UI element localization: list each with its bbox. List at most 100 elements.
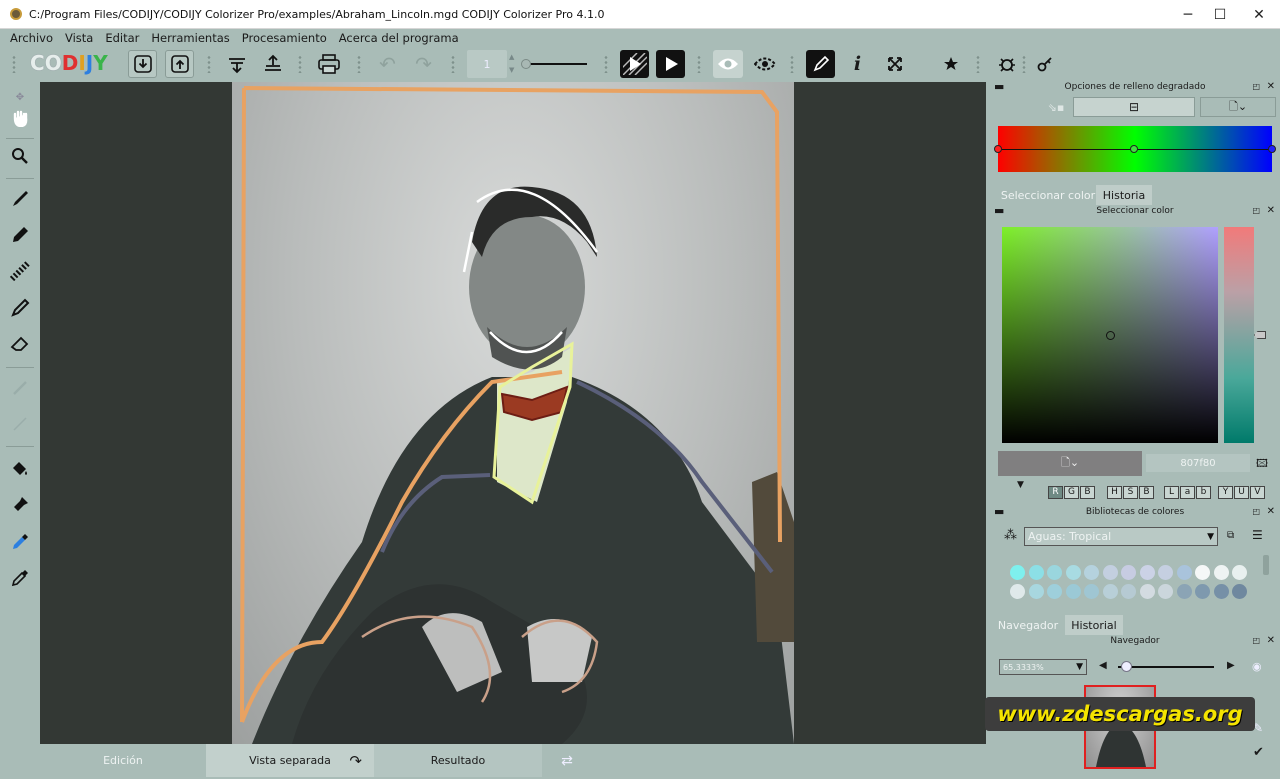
gradient-option-2[interactable]: ⊟ <box>1073 97 1195 117</box>
close-panel-icon[interactable]: ✕ <box>1267 81 1275 92</box>
color-swatch[interactable] <box>1102 584 1118 599</box>
tab-historial[interactable]: Historial <box>1065 615 1123 635</box>
gradient-stop[interactable] <box>1130 145 1138 153</box>
gradient-options-dropdown[interactable]: 🗋⌄ <box>1200 97 1276 117</box>
stroke-mode-button[interactable] <box>806 50 835 78</box>
edit-view-tab[interactable]: Edición <box>40 744 206 777</box>
dotted-brush-tool[interactable] <box>5 256 35 286</box>
minimize-panel-icon[interactable]: ▬ <box>994 505 1004 518</box>
toolbar-grip[interactable] <box>357 55 361 73</box>
print-button[interactable] <box>314 50 343 78</box>
fit-button[interactable] <box>880 50 909 78</box>
color-swatch[interactable] <box>1084 584 1099 599</box>
copy-icon[interactable]: ⧉ <box>1227 530 1234 541</box>
color-swatch[interactable] <box>1028 584 1044 599</box>
toolbar-grip[interactable] <box>604 55 608 73</box>
menu-procesamiento[interactable]: Procesamiento <box>240 31 329 45</box>
close-panel-icon[interactable]: ✕ <box>1267 205 1275 216</box>
preview-colorize-button[interactable] <box>620 50 649 78</box>
menu-vista[interactable]: Vista <box>63 31 95 45</box>
float-panel-icon[interactable]: ◰ <box>1252 82 1260 91</box>
compare-icon[interactable]: ⇄ <box>542 744 592 777</box>
line-tool[interactable] <box>5 293 35 323</box>
color-swatch[interactable] <box>1084 565 1099 580</box>
close-panel-icon[interactable]: ✕ <box>1267 635 1275 646</box>
menu-acerca[interactable]: Acerca del programa <box>337 31 461 45</box>
eraser-tool[interactable] <box>5 329 35 359</box>
tab-select-color[interactable]: Seleccionar color <box>998 185 1098 205</box>
gradient-stop[interactable] <box>1268 145 1276 153</box>
color-swatch[interactable] <box>1010 584 1025 599</box>
close-button[interactable]: ✕ <box>1236 0 1280 29</box>
toolbar-grip[interactable] <box>1022 55 1026 73</box>
eye-icon[interactable]: ◉ <box>1252 660 1262 673</box>
export-button[interactable] <box>165 50 194 78</box>
color-picker-tool[interactable] <box>5 527 35 557</box>
swap-icon[interactable]: ↷ <box>349 752 362 770</box>
zoom-out-arrow-icon[interactable]: ◀ <box>1099 660 1107 671</box>
rgb-mode[interactable]: RGB <box>1048 479 1096 499</box>
color-swatch[interactable] <box>1065 584 1081 599</box>
color-swatch[interactable] <box>1121 584 1136 599</box>
canvas-area[interactable] <box>40 82 986 744</box>
color-swatch[interactable] <box>1010 565 1025 580</box>
float-panel-icon[interactable]: ◰ <box>1252 206 1260 215</box>
color-swatch[interactable] <box>1176 565 1192 580</box>
color-swatch[interactable] <box>1121 565 1136 580</box>
toolbar-grip[interactable] <box>976 55 980 73</box>
list-icon[interactable]: ☰ <box>1252 528 1263 542</box>
split-view-tab[interactable]: Vista separada ↷ <box>206 744 374 777</box>
fill-tool[interactable] <box>5 454 35 484</box>
yuv-mode[interactable]: YUV <box>1218 479 1266 499</box>
image-icon[interactable]: 🖾 <box>1256 455 1268 474</box>
zoom-tool[interactable] <box>5 141 35 171</box>
tab-history[interactable]: Historia <box>1096 185 1152 205</box>
color-swatch[interactable] <box>1213 584 1229 599</box>
color-swatch[interactable] <box>1158 565 1173 580</box>
gradient-stop[interactable] <box>994 145 1002 153</box>
settings-tool-button[interactable] <box>1030 50 1059 78</box>
info-button[interactable]: i <box>843 50 872 78</box>
toolbar-grip[interactable] <box>12 55 16 73</box>
menu-herramientas[interactable]: Herramientas <box>149 31 231 45</box>
spin-up-icon[interactable]: ▲ <box>509 53 514 61</box>
show-strokes-button[interactable] <box>713 50 743 78</box>
zoom-select[interactable]: 65.3333% ▼ <box>999 659 1087 675</box>
toolbar-grip[interactable] <box>298 55 302 73</box>
color-swatch[interactable] <box>1195 584 1210 599</box>
check-icon[interactable]: ✔ <box>1253 745 1264 760</box>
hex-input[interactable]: 807f80 <box>1146 454 1250 472</box>
color-swatch[interactable] <box>1065 565 1081 580</box>
minimize-panel-icon[interactable]: ▬ <box>994 80 1004 93</box>
toolbar-grip[interactable] <box>451 55 455 73</box>
zoom-slider[interactable] <box>1118 666 1214 668</box>
save-layers-button[interactable] <box>222 50 251 78</box>
tab-navigator[interactable]: Navegador <box>998 615 1058 635</box>
color-swatch[interactable] <box>1047 584 1062 599</box>
color-swatch[interactable] <box>1139 565 1155 580</box>
debug-button[interactable] <box>992 50 1021 78</box>
open-layers-button[interactable] <box>258 50 287 78</box>
color-swatch[interactable] <box>1047 565 1062 580</box>
color-picker-handle[interactable] <box>1106 331 1115 340</box>
hide-strokes-button[interactable] <box>750 50 779 78</box>
lab-mode[interactable]: Lab <box>1164 479 1212 499</box>
favorites-button[interactable] <box>936 50 965 78</box>
hue-slider-handle[interactable] <box>1254 331 1266 339</box>
color-swatch[interactable] <box>1232 584 1247 599</box>
menu-archivo[interactable]: Archivo <box>8 31 55 45</box>
toolbar-grip[interactable] <box>207 55 211 73</box>
zoom-in-arrow-icon[interactable]: ▶ <box>1227 660 1235 671</box>
color-mode-dropdown-icon[interactable]: ▼ <box>1017 480 1024 490</box>
toolbar-grip[interactable] <box>697 55 701 73</box>
color-swatch[interactable] <box>1232 565 1247 580</box>
gradient-bar[interactable] <box>994 126 1276 172</box>
brush-size-slider[interactable] <box>523 63 587 65</box>
page-number-input[interactable]: 1 <box>467 50 507 78</box>
color-swatch[interactable] <box>1139 584 1155 599</box>
color-swatch[interactable] <box>1102 565 1118 580</box>
toolbar-grip[interactable] <box>790 55 794 73</box>
brush-tool[interactable] <box>5 184 35 214</box>
result-view-tab[interactable]: Resultado <box>374 744 542 777</box>
lincoln-photo[interactable] <box>232 82 794 744</box>
